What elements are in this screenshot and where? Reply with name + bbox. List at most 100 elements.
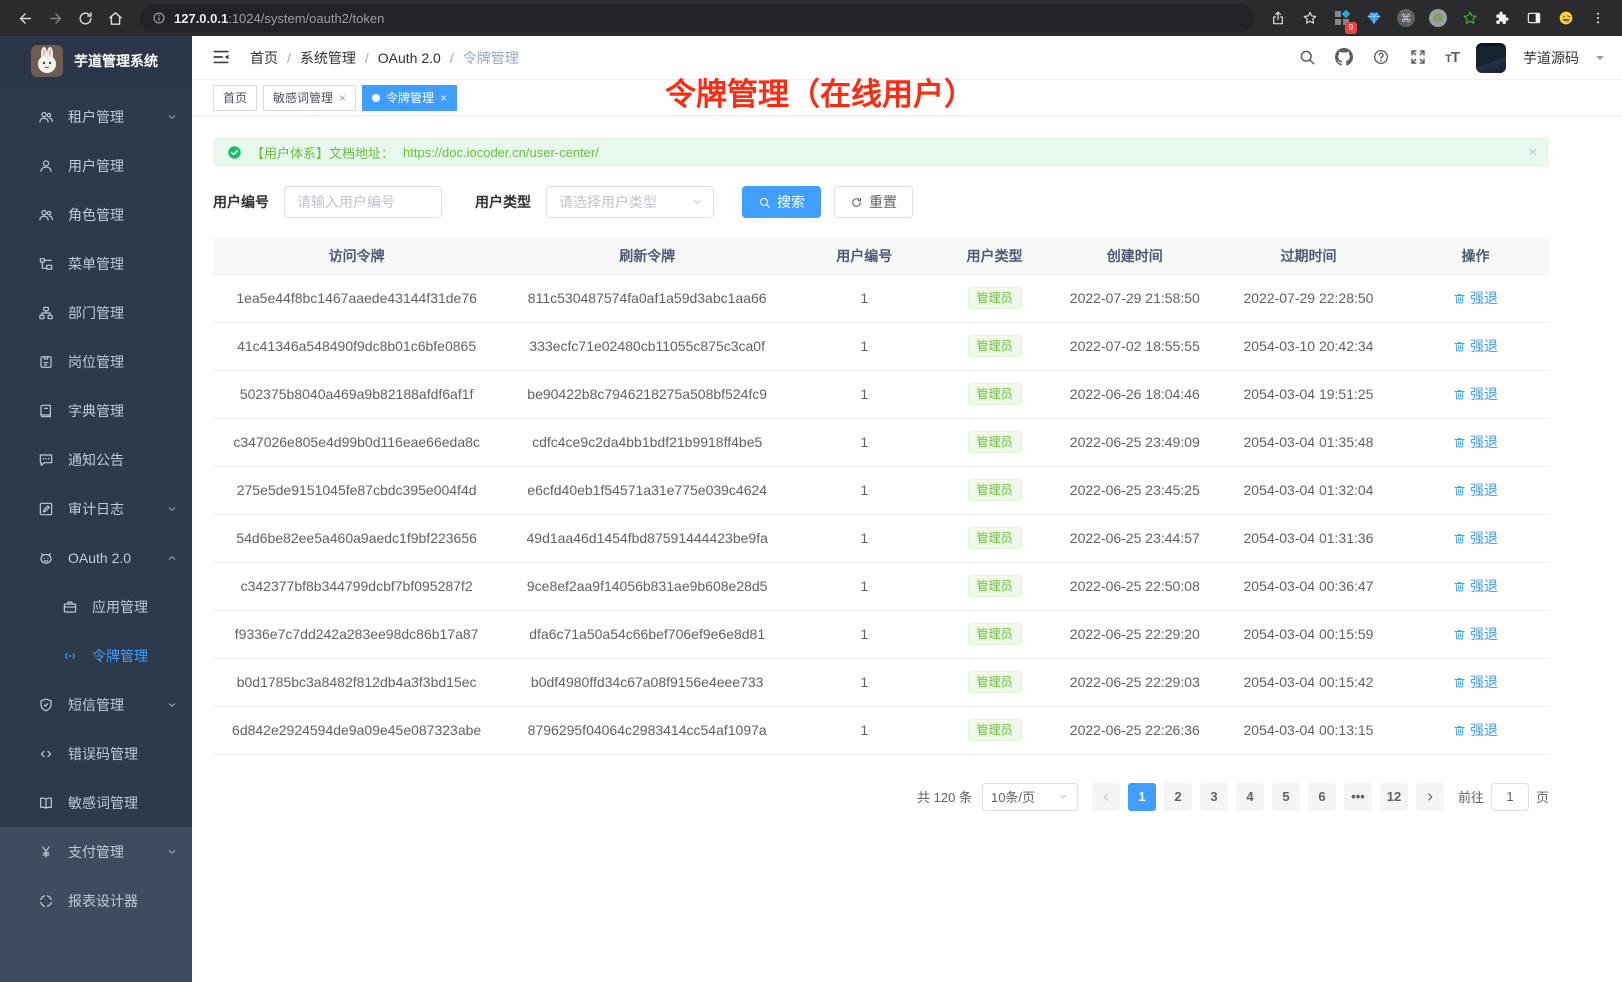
bookmark-star-icon[interactable]	[1296, 4, 1324, 32]
force-logout-button[interactable]: 强退	[1453, 288, 1498, 308]
force-logout-button[interactable]: 强退	[1453, 720, 1498, 740]
font-size-icon[interactable]: TT	[1445, 49, 1459, 66]
tag-home[interactable]: 首页	[213, 85, 257, 111]
pagination: 共 120 条 10条/页 1 2 3 4	[213, 783, 1549, 811]
created-time-cell: 2022-06-25 23:49:09	[1055, 418, 1215, 466]
sidebar-item-tenant-mgmt[interactable]: 租户管理	[0, 92, 192, 141]
page-button[interactable]: •••	[1344, 783, 1372, 811]
sidebar-item-role-mgmt[interactable]: 角色管理	[0, 190, 192, 239]
sidebar-item-dict-mgmt[interactable]: 字典管理	[0, 386, 192, 435]
app-logo-row[interactable]: 芋道管理系统	[0, 36, 192, 86]
app-title: 芋道管理系统	[74, 51, 158, 71]
sidebar-item-audit-log[interactable]: 审计日志	[0, 484, 192, 533]
page-size-select[interactable]: 10条/页	[982, 783, 1078, 811]
sidebar-item-oauth2[interactable]: OAuth 2.0	[0, 533, 192, 582]
next-page-button[interactable]	[1416, 783, 1444, 811]
action-cell: 强退	[1402, 514, 1549, 562]
browser-home-button[interactable]	[100, 3, 130, 33]
close-icon[interactable]: ×	[339, 92, 346, 104]
alert-close-icon[interactable]: ×	[1528, 144, 1537, 161]
search-icon[interactable]	[1297, 48, 1317, 68]
tag-sensitive-word[interactable]: 敏感词管理 ×	[263, 85, 356, 111]
tag-token-mgmt[interactable]: 令牌管理 ×	[362, 85, 457, 111]
table-row: c347026e805e4d99b0d116eae66eda8c cdfc4ce…	[213, 418, 1549, 466]
sidebar-item-menu-mgmt[interactable]: 菜单管理	[0, 239, 192, 288]
sidebar-item-oauth2-token-mgmt[interactable]: 令牌管理	[0, 631, 192, 680]
force-logout-button[interactable]: 强退	[1453, 576, 1498, 596]
command-extension-icon[interactable]: ⌘	[1392, 4, 1420, 32]
user-avatar[interactable]	[1476, 43, 1506, 73]
fullscreen-icon[interactable]	[1408, 48, 1428, 68]
force-logout-button[interactable]: 强退	[1453, 528, 1498, 548]
puzzle-extensions-icon[interactable]	[1488, 4, 1516, 32]
users-icon	[38, 109, 54, 125]
force-logout-button[interactable]: 强退	[1453, 624, 1498, 644]
page-button[interactable]: 1	[1128, 783, 1156, 811]
sidebar-item-oauth2-app-mgmt[interactable]: 应用管理	[0, 582, 192, 631]
profile-avatar-icon[interactable]	[1552, 4, 1580, 32]
user-name[interactable]: 芋道源码	[1523, 48, 1579, 68]
force-logout-button[interactable]: 强退	[1453, 384, 1498, 404]
page-button[interactable]: 12	[1380, 783, 1408, 811]
doc-link[interactable]: https://doc.iocoder.cn/user-center/	[403, 145, 599, 160]
page-button[interactable]: 6	[1308, 783, 1336, 811]
page-button[interactable]: 4	[1236, 783, 1264, 811]
page-button[interactable]: 2	[1164, 783, 1192, 811]
screen: 127.0.0.1:1024/system/oauth2/token 9 ⌘ 芋…	[0, 0, 1622, 982]
trash-icon	[1453, 532, 1466, 545]
sidebar-item-report-designer[interactable]: 报表设计器	[0, 876, 192, 925]
user-id-input[interactable]	[284, 186, 442, 218]
force-logout-button[interactable]: 强退	[1453, 336, 1498, 356]
sidebar-item-user-mgmt[interactable]: 用户管理	[0, 141, 192, 190]
page-button[interactable]: 3	[1200, 783, 1228, 811]
browser-back-button[interactable]	[10, 3, 40, 33]
star-extension-icon[interactable]	[1456, 4, 1484, 32]
force-logout-button[interactable]: 强退	[1453, 432, 1498, 452]
user-type-label: 用户类型	[475, 192, 531, 212]
browser-menu-icon[interactable]	[1584, 4, 1612, 32]
github-icon[interactable]	[1334, 48, 1354, 68]
created-time-cell: 2022-07-29 21:58:50	[1055, 274, 1215, 322]
breadcrumb-home[interactable]: 首页	[250, 48, 278, 68]
sidebar-item-notice[interactable]: 通知公告	[0, 435, 192, 484]
page-button[interactable]: 5	[1272, 783, 1300, 811]
created-time-cell: 2022-06-26 18:04:46	[1055, 370, 1215, 418]
address-bar[interactable]: 127.0.0.1:1024/system/oauth2/token	[140, 4, 1254, 32]
table-row: c342377bf8b344799dcbf7bf095287f2 9ce8ef2…	[213, 562, 1549, 610]
caret-down-icon[interactable]	[1596, 56, 1604, 64]
breadcrumb-oauth2[interactable]: OAuth 2.0	[378, 50, 441, 66]
sidebar-fold-icon[interactable]	[210, 47, 232, 69]
access-token-cell: b0d1785bc3a8482f812db4a3f3bd15ec	[213, 658, 500, 706]
prev-page-button[interactable]	[1092, 783, 1120, 811]
breadcrumb-current: 令牌管理	[463, 48, 519, 68]
sidebar-item-post-mgmt[interactable]: 岗位管理	[0, 337, 192, 386]
sidebar-item-dept-mgmt[interactable]: 部门管理	[0, 288, 192, 337]
trash-icon	[1453, 676, 1466, 689]
breadcrumb-system-mgmt[interactable]: 系统管理	[300, 48, 356, 68]
recorder-extension-icon[interactable]	[1424, 4, 1452, 32]
sidebar-item-pay-mgmt[interactable]: 支付管理	[0, 827, 192, 876]
gem-extension-icon[interactable]	[1360, 4, 1388, 32]
org-chart-icon	[38, 305, 54, 321]
access-token-cell: 6d842e2924594de9a09e45e087323abe	[213, 706, 500, 754]
help-icon[interactable]	[1371, 48, 1391, 68]
grid-extension-icon[interactable]: 9	[1328, 4, 1356, 32]
site-info-icon[interactable]	[152, 11, 166, 25]
close-icon[interactable]: ×	[440, 92, 447, 104]
goto-page-input[interactable]	[1491, 783, 1529, 811]
action-cell: 强退	[1402, 418, 1549, 466]
column-header: 刷新令牌	[500, 238, 794, 274]
force-logout-button[interactable]: 强退	[1453, 672, 1498, 692]
force-logout-button[interactable]: 强退	[1453, 480, 1498, 500]
browser-reload-button[interactable]	[70, 3, 100, 33]
sidebar-item-sms-mgmt[interactable]: 短信管理	[0, 680, 192, 729]
reset-button[interactable]: 重置	[834, 186, 913, 218]
trash-icon	[1453, 580, 1466, 593]
side-panel-icon[interactable]	[1520, 4, 1548, 32]
browser-forward-button[interactable]	[40, 3, 70, 33]
user-type-select[interactable]: 请选择用户类型	[546, 186, 714, 218]
share-icon[interactable]	[1264, 4, 1292, 32]
sidebar-item-sensitive-word-mgmt[interactable]: 敏感词管理	[0, 778, 192, 827]
sidebar-item-error-code-mgmt[interactable]: 错误码管理	[0, 729, 192, 778]
search-button[interactable]: 搜索	[742, 186, 821, 218]
